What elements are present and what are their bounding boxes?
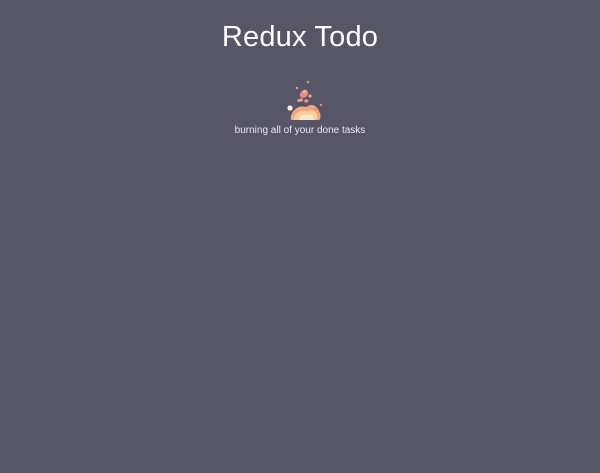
- page-title: Redux Todo: [221, 21, 379, 53]
- burning-tasks-loader: burning all of your done tasks: [0, 78, 600, 138]
- burning-fire-icon: [287, 80, 323, 120]
- loader-caption: burning all of your done tasks: [234, 125, 366, 136]
- app-root: Redux Todo burning all of your done task…: [0, 0, 600, 473]
